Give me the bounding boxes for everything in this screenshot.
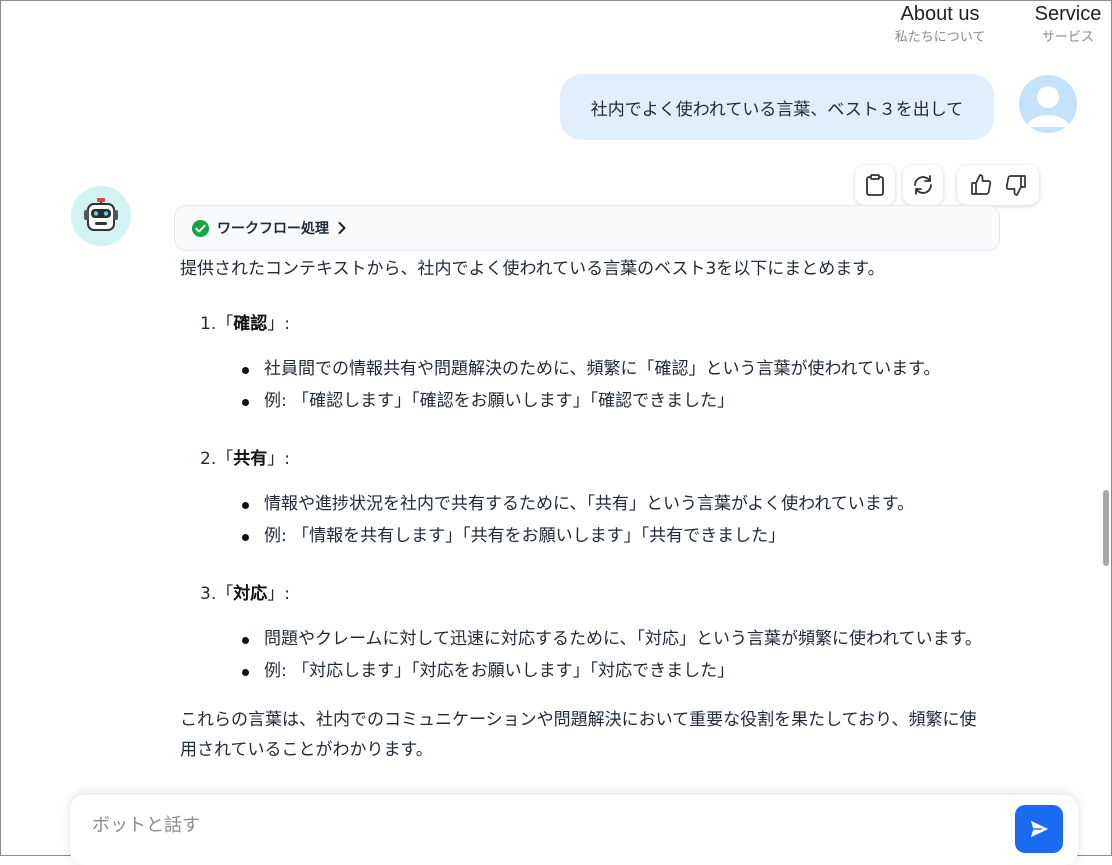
ranking-item-title: 2.「共有」: (200, 449, 290, 469)
nav-service-sublabel: サービス (1041, 30, 1094, 45)
bullet-item: 社員間での情報共有や問題解決のために、頻繁に「確認」という言葉が使われています。 (180, 353, 984, 385)
bot-avatar-icon (71, 186, 131, 246)
copy-button[interactable] (855, 165, 895, 205)
bullet-item: 情報や進捗状況を社内で共有するために、「共有」という言葉がよく使われています。 (180, 488, 984, 520)
send-button[interactable] (1015, 805, 1063, 853)
nav-about-us-label: About us (900, 3, 980, 25)
ranking-item-title: 3.「対応」: (200, 584, 290, 604)
bullet-item: 例: 「対応します」「対応をお願いします」「対応できました」 (180, 655, 984, 687)
send-icon (1030, 820, 1049, 838)
feedback-group (957, 165, 1039, 205)
chevron-right-icon (338, 222, 346, 234)
workflow-process-toggle[interactable]: ワークフロー処理 (174, 205, 1000, 251)
chat-input[interactable] (90, 809, 994, 841)
ranking-word: 確認 (233, 314, 268, 334)
user-message-bubble: 社内でよく使われている言葉、ベスト３を出して (560, 74, 994, 140)
thumbs-down-icon (1005, 175, 1026, 196)
ranking-item-bullets: 社員間での情報共有や問題解決のために、頻繁に「確認」という言葉が使われています。… (180, 353, 1000, 417)
answer-intro: 提供されたコンテキストから、社内でよく使われている言葉のベスト3を以下にまとめま… (180, 259, 885, 279)
user-message-text: 社内でよく使われている言葉、ベスト３を出して (590, 99, 964, 120)
regenerate-button[interactable] (903, 165, 943, 205)
ranking-item-title: 1.「確認」: (200, 314, 290, 334)
scrollbar[interactable] (1101, 40, 1111, 820)
ranking-item-1: 1.「確認」: 社員間での情報共有や問題解決のために、頻繁に「確認」という言葉が… (180, 311, 1000, 417)
bullet-item: 問題やクレームに対して迅速に対応するために、「対応」という言葉が頻繁に使われてい… (180, 623, 984, 655)
like-button[interactable] (964, 168, 998, 202)
bot-answer: 提供されたコンテキストから、社内でよく使われている言葉のベスト3を以下にまとめま… (180, 256, 1000, 765)
workflow-label: ワークフロー処理 (217, 221, 329, 237)
answer-outro: これらの言葉は、社内でのコミュニケーションや問題解決において重要な役割を果たして… (180, 710, 977, 760)
ranking-item-2: 2.「共有」: 情報や進捗状況を社内で共有するために、「共有」という言葉がよく使… (180, 446, 1000, 552)
check-circle-icon (191, 219, 210, 237)
bullet-item: 例: 「確認します」「確認をお願いします」「確認できました」 (180, 385, 984, 417)
scrollbar-thumb[interactable] (1103, 490, 1109, 566)
ranking-word: 対応 (233, 584, 268, 604)
bullet-item: 例: 「情報を共有します」「共有をお願いします」「共有できました」 (180, 520, 984, 552)
thumbs-up-icon (970, 174, 991, 195)
refresh-icon (906, 168, 940, 202)
dislike-button[interactable] (999, 168, 1033, 202)
chat-input-container (70, 795, 1078, 865)
ranking-item-bullets: 問題やクレームに対して迅速に対応するために、「対応」という言葉が頻繁に使われてい… (180, 623, 1000, 687)
nav-about-us-sublabel: 私たちについて (894, 30, 986, 45)
nav-service[interactable]: Service サービス (1028, 2, 1108, 48)
nav-about-us[interactable]: About us 私たちについて (884, 2, 996, 48)
user-avatar-icon (1019, 75, 1077, 133)
nav-service-label: Service (1034, 3, 1102, 25)
ranking-list: 1.「確認」: 社員間での情報共有や問題解決のために、頻繁に「確認」という言葉が… (180, 311, 1000, 687)
ranking-word: 共有 (233, 449, 268, 469)
clipboard-icon (858, 168, 892, 202)
ranking-item-3: 3.「対応」: 問題やクレームに対して迅速に対応するために、「対応」という言葉が… (180, 581, 1000, 687)
ranking-item-bullets: 情報や進捗状況を社内で共有するために、「共有」という言葉がよく使われています。 … (180, 488, 1000, 552)
